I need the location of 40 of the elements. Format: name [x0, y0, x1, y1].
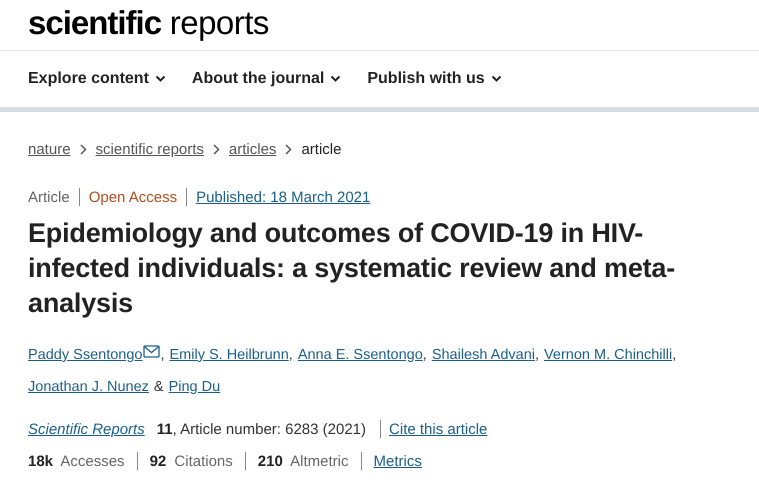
breadcrumb-link[interactable]: articles	[228, 140, 276, 158]
author-link[interactable]: Emily S. Heilbrunn	[170, 339, 289, 371]
article-type: Article	[28, 188, 70, 206]
cite-article-link[interactable]: Cite this article	[389, 420, 488, 438]
nav-menu-item[interactable]: Explore content	[28, 70, 166, 88]
breadcrumb-link[interactable]: nature	[28, 140, 71, 158]
author-link[interactable]: Shailesh Advani	[432, 339, 535, 371]
conjunction-text: &	[154, 378, 164, 397]
journal-link[interactable]: Scientific Reports	[28, 420, 145, 438]
chevron-right-icon	[212, 144, 220, 154]
comma-separator: ,	[422, 346, 427, 365]
metrics-link[interactable]: Metrics	[374, 452, 422, 470]
chevron-down-icon	[490, 75, 502, 83]
chevron-down-icon	[154, 75, 166, 83]
breadcrumb-current: article	[301, 140, 342, 158]
breadcrumb-link[interactable]: scientific reports	[96, 140, 204, 158]
journal-logo[interactable]: scientific reports	[28, 0, 269, 46]
volume-number: 11	[156, 420, 173, 438]
metric-text: 18k Accesses	[28, 452, 125, 470]
chevron-down-icon	[330, 75, 342, 83]
access-label: Open Access	[88, 188, 178, 206]
mail-icon[interactable]	[143, 344, 160, 358]
published-date-link[interactable]: Published: 18 March 2021	[196, 188, 370, 206]
article-title: Epidemiology and outcomes of COVID-19 in HIV-infected individuals: a systematic review and meta-analysis	[28, 217, 676, 320]
comma-separator: ,	[160, 346, 165, 365]
metric-text: 92 Citations	[150, 452, 233, 470]
nav-menu-item[interactable]: Publish with us	[367, 70, 502, 88]
author-link[interactable]: Vernon M. Chinchilli	[544, 339, 672, 371]
comma-separator: ,	[535, 346, 540, 365]
chevron-right-icon	[80, 144, 87, 154]
author-link[interactable]: Paddy Ssentongo	[28, 339, 142, 371]
metric-text: 210 Altmetric	[258, 452, 348, 470]
author-link[interactable]: Ping Du	[168, 371, 220, 403]
author-link[interactable]: Jonathan J. Nunez	[28, 371, 149, 403]
article-number-text: , Article number: 6283 (2021)	[172, 420, 366, 438]
comma-separator: ,	[288, 346, 293, 365]
comma-separator: ,	[672, 346, 676, 365]
chevron-right-icon	[285, 144, 292, 154]
author-link[interactable]: Anna E. Ssentongo	[298, 339, 423, 371]
nav-menu-item[interactable]: About the journal	[192, 70, 342, 88]
